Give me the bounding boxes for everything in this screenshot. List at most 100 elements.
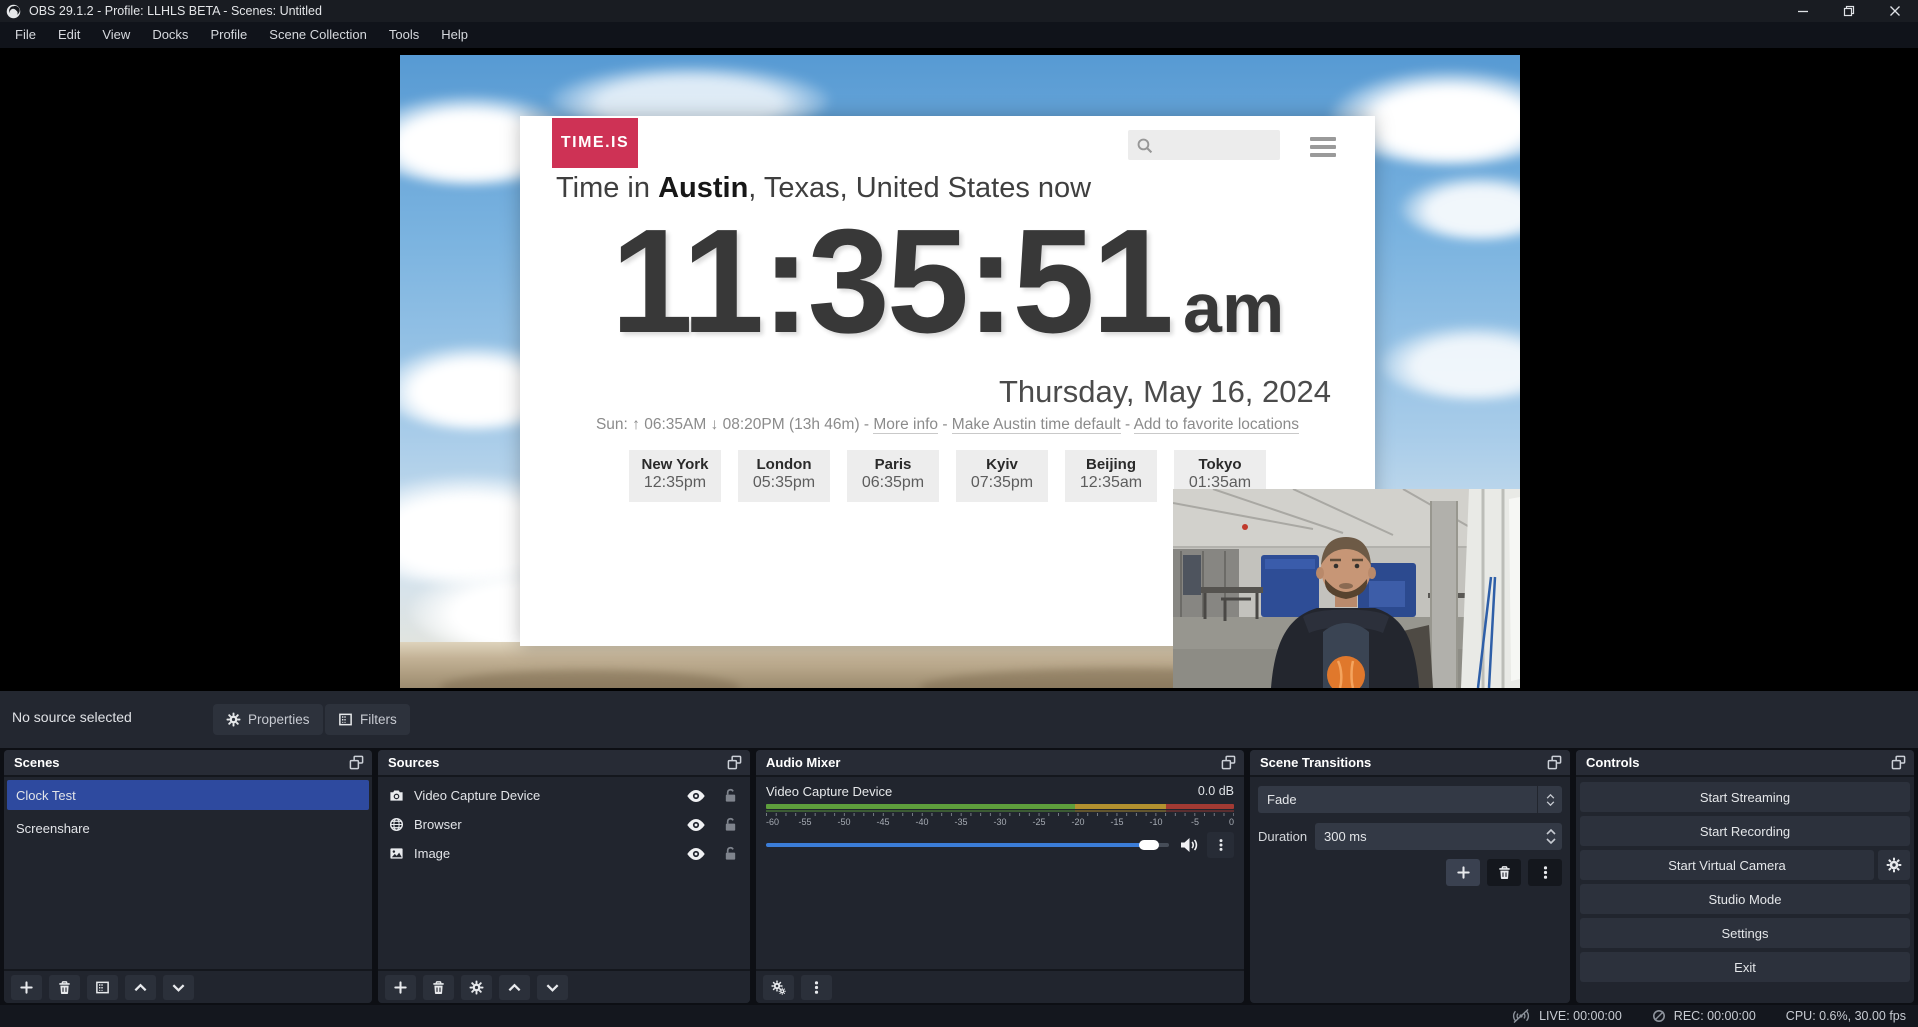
duration-spinbox[interactable]: 300 ms	[1315, 823, 1562, 850]
lock-icon[interactable]	[723, 788, 738, 803]
scale-label: -30	[993, 817, 1006, 827]
scenes-header: Scenes	[4, 750, 372, 777]
advanced-audio-button[interactable]	[763, 975, 794, 1000]
menu-file[interactable]: File	[4, 22, 47, 48]
slider-handle[interactable]	[1139, 840, 1159, 850]
status-bar: LIVE: 00:00:00 REC: 00:00:00 CPU: 0.6%, …	[0, 1005, 1918, 1027]
menu-view[interactable]: View	[91, 22, 141, 48]
add-scene-button[interactable]	[11, 975, 42, 1000]
exit-button[interactable]: Exit	[1580, 952, 1910, 982]
settings-button[interactable]: Settings	[1580, 918, 1910, 948]
scene-move-up-button[interactable]	[125, 975, 156, 1000]
menu-tools[interactable]: Tools	[378, 22, 430, 48]
menu-edit[interactable]: Edit	[47, 22, 91, 48]
timeis-logo: TIME.IS	[552, 118, 638, 168]
webcam-source[interactable]	[1173, 489, 1520, 688]
preview-canvas[interactable]: TIME.IS Time in Austin, Texas, United St…	[400, 55, 1520, 688]
dropdown-carets	[1537, 786, 1562, 813]
menu-scene-collection[interactable]: Scene Collection	[258, 22, 378, 48]
dune	[440, 670, 740, 688]
scene-move-down-button[interactable]	[163, 975, 194, 1000]
menu-help[interactable]: Help	[430, 22, 479, 48]
popout-icon	[1547, 755, 1562, 770]
source-move-down-button[interactable]	[537, 975, 568, 1000]
filters-button[interactable]: Filters	[325, 704, 410, 735]
transition-options-button[interactable]	[1528, 859, 1562, 886]
minimize-icon	[1797, 5, 1809, 17]
speaker-icon[interactable]	[1179, 837, 1198, 853]
gear-icon	[226, 712, 241, 727]
filter-icon	[338, 712, 353, 727]
popout-icon	[1891, 755, 1906, 770]
transitions-header: Scene Transitions	[1250, 750, 1570, 777]
start-recording-button[interactable]: Start Recording	[1580, 816, 1910, 846]
obs-logo-icon	[6, 4, 21, 19]
trash-icon	[1497, 865, 1512, 880]
virtual-camera-settings-button[interactable]	[1878, 850, 1910, 880]
docks-area: Scenes Clock Test Screenshare Sources	[0, 748, 1918, 1005]
lock-icon[interactable]	[723, 846, 738, 861]
scale-label: -45	[876, 817, 889, 827]
plus-icon	[1456, 865, 1471, 880]
source-move-up-button[interactable]	[499, 975, 530, 1000]
source-item-browser[interactable]: Browser	[378, 810, 750, 839]
close-button[interactable]	[1872, 0, 1918, 22]
source-properties-button[interactable]	[461, 975, 492, 1000]
menu-docks[interactable]: Docks	[141, 22, 199, 48]
visibility-eye-icon[interactable]	[686, 789, 706, 803]
cpu-fps-text: CPU: 0.6%, 30.00 fps	[1786, 1009, 1906, 1023]
source-item-image[interactable]: Image	[378, 839, 750, 868]
webcam-video	[1173, 489, 1520, 688]
mixer-menu-button[interactable]	[801, 975, 832, 1000]
timeis-sun-line: Sun: ↑ 06:35AM ↓ 08:20PM (13h 46m) - Mor…	[520, 416, 1375, 434]
scale-label: -50	[837, 817, 850, 827]
volume-meter	[766, 804, 1234, 809]
remove-scene-button[interactable]	[49, 975, 80, 1000]
lock-icon[interactable]	[723, 817, 738, 832]
cloud	[1400, 175, 1520, 240]
controls-header: Controls	[1576, 750, 1914, 777]
scene-filters-button[interactable]	[87, 975, 118, 1000]
mixer-channel-name: Video Capture Device	[766, 784, 892, 799]
caret-down-icon	[1546, 801, 1555, 806]
timeis-date: Thursday, May 16, 2024	[999, 374, 1331, 410]
remove-transition-button[interactable]	[1487, 859, 1521, 886]
city-tile: Kyiv07:35pm	[956, 450, 1048, 502]
mixer-channel: Video Capture Device 0.0 dB -60 -55 -50 …	[756, 777, 1244, 858]
studio-mode-button[interactable]: Studio Mode	[1580, 884, 1910, 914]
remove-source-button[interactable]	[423, 975, 454, 1000]
start-virtual-camera-button[interactable]: Start Virtual Camera	[1580, 850, 1874, 880]
add-transition-button[interactable]	[1446, 859, 1480, 886]
scene-item-clock-test[interactable]: Clock Test	[7, 780, 369, 810]
mixer-level-db: 0.0 dB	[1198, 784, 1234, 799]
scale-label: -40	[915, 817, 928, 827]
audio-mixer-title: Audio Mixer	[766, 755, 840, 770]
cpu-fps-status: CPU: 0.6%, 30.00 fps	[1786, 1009, 1906, 1023]
minimize-button[interactable]	[1780, 0, 1826, 22]
spin-carets[interactable]	[1546, 829, 1562, 844]
scene-item-screenshare[interactable]: Screenshare	[7, 813, 369, 843]
mixer-options-button[interactable]	[1207, 832, 1234, 858]
make-default-link: Make Austin time default	[952, 416, 1121, 434]
start-streaming-button[interactable]: Start Streaming	[1580, 782, 1910, 812]
transition-dropdown[interactable]: Fade	[1258, 786, 1562, 813]
audio-mixer-panel: Audio Mixer Video Capture Device 0.0 dB …	[756, 750, 1244, 1003]
sources-toolbar	[378, 969, 750, 1003]
add-source-button[interactable]	[385, 975, 416, 1000]
visibility-eye-icon[interactable]	[686, 847, 706, 861]
properties-button[interactable]: Properties	[213, 704, 323, 735]
obs-window: OBS 29.1.2 - Profile: LLHLS BETA - Scene…	[0, 0, 1918, 1027]
chevron-down-icon	[545, 980, 560, 995]
restore-button[interactable]	[1826, 0, 1872, 22]
source-item-video-capture[interactable]: Video Capture Device	[378, 781, 750, 810]
scale-label: -5	[1191, 817, 1199, 827]
source-toolbar: No source selected Properties Filters	[0, 691, 1918, 748]
city-tile: Paris06:35pm	[847, 450, 939, 502]
meter-ticks	[766, 813, 1234, 816]
visibility-eye-icon[interactable]	[686, 818, 706, 832]
popout-icon	[349, 755, 364, 770]
sources-title: Sources	[388, 755, 439, 770]
scenes-panel: Scenes Clock Test Screenshare	[4, 750, 372, 1003]
menu-profile[interactable]: Profile	[199, 22, 258, 48]
volume-slider[interactable]	[766, 837, 1169, 853]
